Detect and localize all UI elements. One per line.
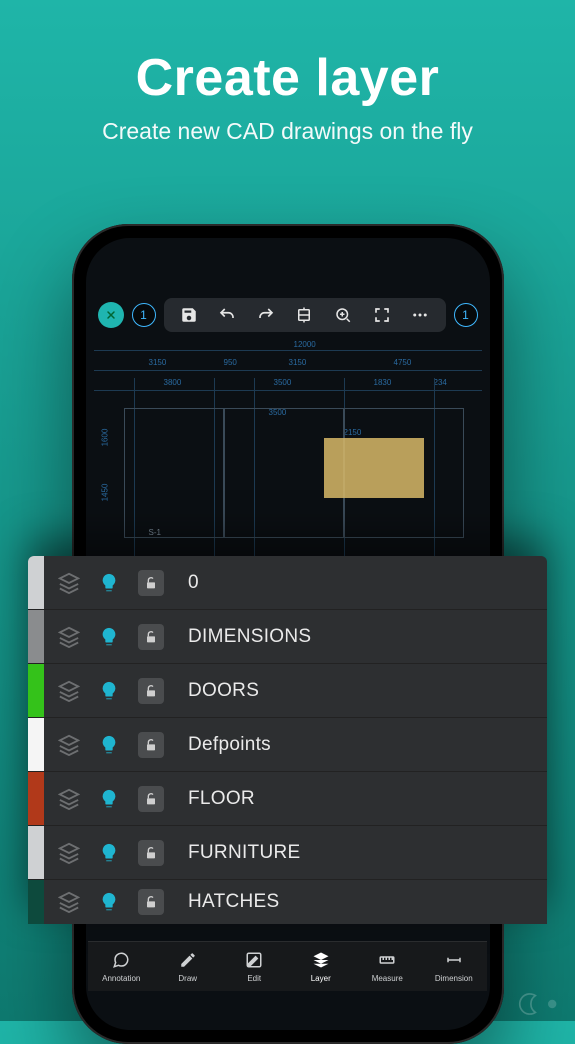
- bulb-icon[interactable]: [98, 572, 120, 594]
- layer-name-label: Defpoints: [182, 734, 271, 756]
- layer-color-swatch[interactable]: [28, 880, 44, 924]
- layers-icon[interactable]: [58, 788, 80, 810]
- room-label: S-1: [149, 528, 161, 537]
- nav-label: Measure: [372, 974, 403, 983]
- layer-color-swatch[interactable]: [28, 610, 44, 663]
- dim-left-1: 1450: [100, 484, 109, 502]
- draw-icon: [179, 951, 197, 971]
- layers-icon[interactable]: [58, 572, 80, 594]
- layers-icon[interactable]: [58, 680, 80, 702]
- bulb-icon[interactable]: [98, 788, 120, 810]
- edit-icon: [245, 951, 263, 971]
- nav-label: Layer: [311, 974, 331, 983]
- dim-r2-0: 3800: [164, 378, 182, 387]
- lock-icon[interactable]: [138, 786, 164, 812]
- layer-color-swatch[interactable]: [28, 772, 44, 825]
- hero-title: Create layer: [0, 48, 575, 108]
- blueprint-canvas[interactable]: 12000 3150 950 3150 4750 3800 3500 1830 …: [94, 338, 482, 558]
- layer-color-swatch[interactable]: [28, 664, 44, 717]
- dim-r2-3: 234: [434, 378, 447, 387]
- nav-layer[interactable]: Layer: [288, 951, 355, 983]
- lock-icon[interactable]: [138, 889, 164, 915]
- redo-icon[interactable]: [256, 305, 276, 325]
- bulb-icon[interactable]: [98, 842, 120, 864]
- undo-icon[interactable]: [217, 305, 237, 325]
- layers-icon[interactable]: [58, 734, 80, 756]
- layer-row[interactable]: HATCHES: [28, 880, 547, 924]
- layers-icon[interactable]: [58, 626, 80, 648]
- dim-overall: 12000: [294, 340, 316, 349]
- dim-top-2: 3150: [289, 358, 307, 367]
- toolbar-actions: [164, 298, 446, 332]
- layer-row[interactable]: FLOOR: [28, 772, 547, 826]
- layer-name-label: DIMENSIONS: [182, 626, 311, 648]
- dimension-icon: [445, 951, 463, 971]
- watermark-icon: [513, 989, 569, 1019]
- layer-color-swatch[interactable]: [28, 826, 44, 879]
- nav-label: Annotation: [102, 974, 140, 983]
- bulb-icon[interactable]: [98, 891, 120, 913]
- layers-icon[interactable]: [58, 842, 80, 864]
- layer-icon: [312, 951, 330, 971]
- layer-name-label: HATCHES: [182, 891, 279, 913]
- bulb-icon[interactable]: [98, 626, 120, 648]
- zoom-icon[interactable]: [333, 305, 353, 325]
- layer-row[interactable]: DIMENSIONS: [28, 610, 547, 664]
- top-toolbar: 1 1: [98, 298, 478, 332]
- save-icon[interactable]: [179, 305, 199, 325]
- layer-name-label: FLOOR: [182, 788, 255, 810]
- layer-name-label: DOORS: [182, 680, 259, 702]
- layer-color-swatch[interactable]: [28, 556, 44, 609]
- layer-row[interactable]: DOORS: [28, 664, 547, 718]
- annotation-icon: [112, 951, 130, 971]
- more-icon[interactable]: [410, 305, 430, 325]
- layer-name-label: 0: [182, 572, 199, 594]
- measure-icon: [378, 951, 396, 971]
- layer-row[interactable]: Defpoints: [28, 718, 547, 772]
- layers-icon[interactable]: [58, 891, 80, 913]
- layer-color-swatch[interactable]: [28, 718, 44, 771]
- close-button[interactable]: [98, 302, 124, 328]
- layer-row[interactable]: FURNITURE: [28, 826, 547, 880]
- dim-top-3: 4750: [394, 358, 412, 367]
- hero-subtitle: Create new CAD drawings on the fly: [0, 118, 575, 145]
- bottom-nav: Annotation Draw Edit Layer Measure Dimension: [88, 941, 487, 991]
- close-icon: [105, 309, 117, 321]
- nav-annotation[interactable]: Annotation: [88, 951, 155, 983]
- nav-label: Edit: [247, 974, 261, 983]
- nav-edit[interactable]: Edit: [221, 951, 288, 983]
- dim-top-0: 3150: [149, 358, 167, 367]
- dim-r2-2: 1830: [374, 378, 392, 387]
- layer-badge-1[interactable]: 1: [132, 303, 156, 327]
- nav-measure[interactable]: Measure: [354, 951, 421, 983]
- dim-r2-1: 3500: [274, 378, 292, 387]
- layer-badge-2[interactable]: 1: [454, 303, 478, 327]
- lock-icon[interactable]: [138, 570, 164, 596]
- highlight-region: [324, 438, 424, 498]
- nav-dimension[interactable]: Dimension: [421, 951, 488, 983]
- lock-icon[interactable]: [138, 732, 164, 758]
- layer-row[interactable]: 0: [28, 556, 547, 610]
- lock-icon[interactable]: [138, 678, 164, 704]
- bulb-icon[interactable]: [98, 734, 120, 756]
- bulb-icon[interactable]: [98, 680, 120, 702]
- nav-draw[interactable]: Draw: [155, 951, 222, 983]
- fullscreen-icon[interactable]: [372, 305, 392, 325]
- dim-left-0: 1600: [100, 429, 109, 447]
- layer-name-label: FURNITURE: [182, 842, 300, 864]
- nav-label: Draw: [178, 974, 197, 983]
- nav-label: Dimension: [435, 974, 473, 983]
- lock-icon[interactable]: [138, 840, 164, 866]
- dim-top-1: 950: [224, 358, 237, 367]
- lock-icon[interactable]: [138, 624, 164, 650]
- layer-panel: 0 DIMENSIONS DOORS Defpoints FLOOR FURNITURE H…: [28, 556, 547, 924]
- snap-icon[interactable]: [294, 305, 314, 325]
